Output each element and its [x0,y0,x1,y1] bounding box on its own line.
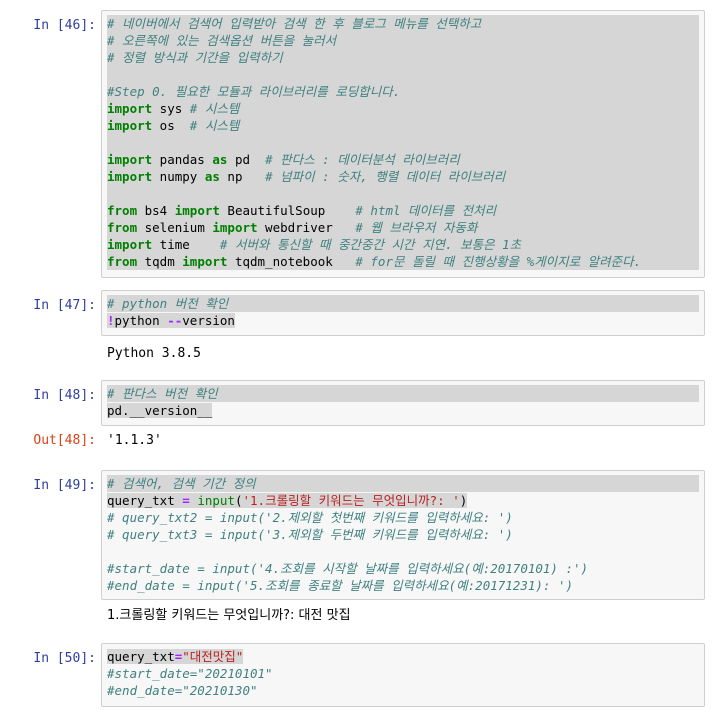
code-line: query_txt = input('1.크롤링할 키워드는 무엇입니까?: '… [107,493,468,508]
code-line: # query_txt3 = input('3.제외할 두번째 키워드를 입력하… [107,527,513,542]
code-line: # 검색어, 검색 기간 정의 [107,475,699,492]
code-line: query_txt="대전맛집" [107,649,244,664]
code-editor[interactable]: query_txt="대전맛집" #start_date="20210101" … [101,643,705,707]
code-line: # 오른쪽에 있는 검색옵션 버튼을 눌러서 [107,33,337,48]
code-editor[interactable]: # 판다스 버전 확인 pd.__version__ [101,380,705,426]
cell-output: Python 3.8.5 [107,346,201,361]
code-line: import numpy as np # 넘파이 : 숫자, 행렬 데이터 라이… [107,169,506,184]
code-line: #end_date="20210130" [107,683,258,698]
code-line: import time # 서버와 통신할 때 중간중간 시간 지연. 보통은 … [107,237,522,252]
input-prompt: In [49]: [33,478,96,493]
code-line: # query_txt2 = input('2.제외할 첫번째 키워드를 입력하… [107,510,513,525]
code-line: pd.__version__ [107,403,213,418]
code-line: from selenium import webdriver # 웹 브라우저 … [107,220,478,235]
code-line: # 정렬 방식과 기간을 입력하기 [107,50,283,65]
code-line: !python --version [107,313,235,328]
code-line: from bs4 import BeautifulSoup # html 데이터… [107,203,497,218]
cell-output: 1.크롤링할 키워드는 무엇입니까?: 대전 맛집 [107,608,351,623]
code-line: # 판다스 버전 확인 [107,385,699,402]
output-prompt: Out[48]: [33,433,96,448]
code-editor[interactable]: # 네이버에서 검색어 입력받아 검색 한 후 블로그 메뉴를 선택하고 # 오… [101,10,705,278]
code-editor[interactable]: # 검색어, 검색 기간 정의 query_txt = input('1.크롤링… [101,470,705,600]
code-line: # 네이버에서 검색어 입력받아 검색 한 후 블로그 메뉴를 선택하고 [107,16,482,31]
code-line: #end_date = input('5.조회를 종료할 날짜를 입력하세요(예… [107,578,574,593]
code-line: import os # 시스템 [107,118,240,133]
code-line: import sys # 시스템 [107,101,240,116]
code-line: #Step 0. 필요한 모듈과 라이브러리를 로딩합니다. [107,84,401,99]
input-prompt: In [50]: [33,651,96,666]
code-line: #start_date="20210101" [107,666,273,681]
code-line: # python 버전 확인 [107,295,699,312]
code-line: from tqdm import tqdm_notebook # for문 돌릴… [107,254,642,269]
code-line: import pandas as pd # 판다스 : 데이터분석 라이브러리 [107,152,460,167]
code-editor[interactable]: # python 버전 확인 !python --version [101,290,705,336]
input-prompt: In [47]: [33,298,96,313]
input-prompt: In [46]: [33,18,96,33]
code-line: #start_date = input('4.조회를 시작할 날짜를 입력하세요… [107,561,589,576]
input-prompt: In [48]: [33,388,96,403]
cell-output: '1.1.3' [107,433,162,448]
